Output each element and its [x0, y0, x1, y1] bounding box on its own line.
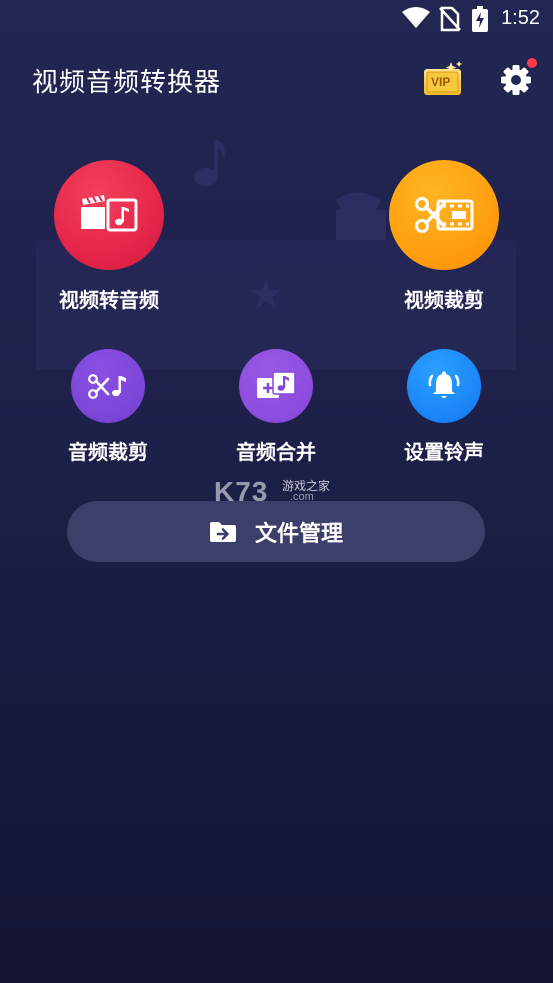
file-manager-label: 文件管理 [254, 521, 343, 547]
video-cut-label: 视频裁剪 [404, 288, 484, 312]
scissors-note-icon [88, 374, 126, 399]
audio-merge-tile[interactable]: 音频合并 [221, 349, 331, 465]
folder-arrow-icon [209, 521, 236, 542]
video-to-audio-tile[interactable]: 视频转音频 [44, 160, 174, 313]
audio-cut-button[interactable] [71, 349, 145, 423]
wifi-icon [401, 6, 431, 34]
audio-cut-tile[interactable]: 音频裁剪 [53, 349, 163, 465]
no-sim-icon [438, 6, 462, 36]
app-title: 视频音频转换器 [32, 68, 222, 98]
audio-merge-button[interactable] [239, 349, 313, 423]
scissors-film-icon [415, 197, 474, 233]
video-cut-button[interactable] [389, 160, 499, 270]
bell-icon [428, 371, 460, 398]
settings-button[interactable] [497, 58, 537, 100]
video-to-audio-label: 视频转音频 [59, 288, 159, 312]
film-music-icon [81, 195, 138, 232]
video-to-audio-button[interactable] [54, 160, 164, 270]
battery-charging-icon [471, 6, 489, 36]
vip-label: VIP [431, 75, 451, 89]
vip-button[interactable]: VIP [421, 60, 465, 98]
video-cut-tile[interactable]: 视频裁剪 [379, 160, 509, 313]
ringtone-label: 设置铃声 [404, 440, 484, 464]
merge-audio-icon [257, 371, 296, 398]
audio-merge-label: 音频合并 [236, 440, 316, 464]
status-time: 1:52 [501, 7, 540, 29]
file-manager-button[interactable]: 文件管理 [67, 501, 485, 562]
audio-cut-label: 音频裁剪 [68, 440, 148, 464]
notification-dot [527, 58, 537, 68]
status-bar: 1:52 [0, 0, 553, 40]
ringtone-tile[interactable]: 设置铃声 [389, 349, 499, 465]
ringtone-button[interactable] [407, 349, 481, 423]
